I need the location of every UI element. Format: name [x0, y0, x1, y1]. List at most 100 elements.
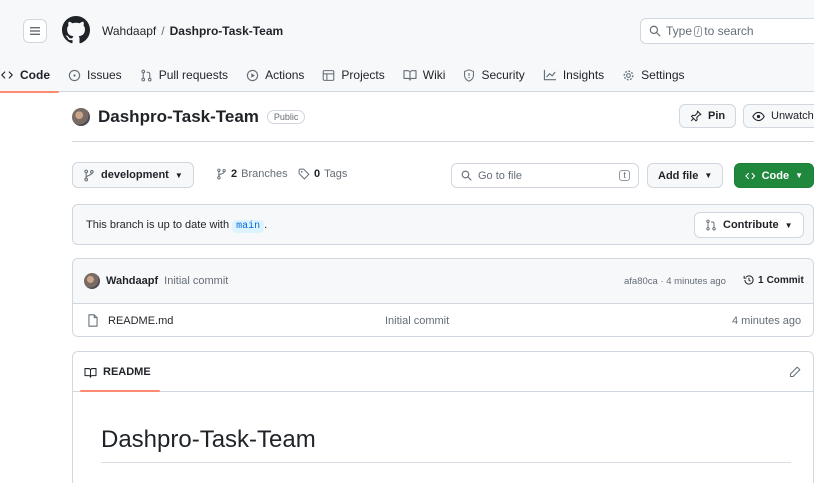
file-row[interactable]: README.md Initial commit 4 minutes ago	[73, 304, 813, 336]
file-age: 4 minutes ago	[732, 315, 802, 327]
go-to-file-shortcut: t	[619, 170, 630, 181]
branch-selector[interactable]: development ▼	[72, 162, 194, 188]
chevron-down-icon: ▼	[174, 170, 183, 180]
code-button[interactable]: Code ▼	[734, 163, 814, 188]
code-label: Code	[761, 169, 790, 182]
add-file-label: Add file	[658, 169, 699, 182]
breadcrumb-owner[interactable]: Wahdaapf	[102, 24, 156, 38]
search-shortcut-key: /	[694, 25, 703, 37]
pin-icon	[690, 110, 702, 122]
unwatch-button[interactable]: Unwatch	[743, 104, 814, 128]
readme-tab[interactable]: README	[84, 352, 151, 392]
repo-heading: Dashpro-Task-Team Public	[72, 106, 306, 128]
visibility-badge: Public	[266, 110, 306, 124]
graph-icon	[543, 69, 556, 81]
readme-heading-divider	[101, 462, 791, 463]
github-logo-icon[interactable]	[62, 16, 90, 44]
branches-count: 2	[231, 168, 238, 180]
shield-icon	[464, 68, 475, 82]
pin-button[interactable]: Pin	[679, 104, 737, 128]
code-icon	[1, 71, 13, 79]
search-icon	[461, 170, 472, 181]
tab-security[interactable]: Security	[454, 58, 533, 92]
branch-status-period: .	[264, 219, 268, 231]
app-header: Wahdaapf / Dashpro-Task-Team Type / to sea…	[0, 0, 814, 93]
play-icon	[246, 69, 259, 81]
branches-link[interactable]: 2 Branches	[216, 168, 288, 180]
tab-insights[interactable]: Insights	[534, 58, 613, 92]
owner-avatar	[72, 108, 90, 126]
commits-link[interactable]: 1 Commit	[743, 274, 804, 286]
tag-icon	[298, 168, 310, 180]
tags-count: 0	[314, 168, 321, 180]
branch-status-message: This branch is up to date with	[86, 219, 230, 231]
latest-commit-author: Wahdaapf Initial commit	[84, 273, 228, 289]
readme-heading: Dashpro-Task-Team	[101, 426, 316, 453]
heading-divider	[72, 141, 814, 142]
file-icon	[88, 314, 98, 327]
tab-issues[interactable]: Issues	[59, 58, 131, 92]
git-branch-icon	[84, 169, 94, 181]
branches-label: Branches	[241, 168, 288, 180]
add-file-button[interactable]: Add file ▼	[647, 163, 724, 188]
tags-label: Tags	[324, 168, 348, 180]
book-icon	[84, 367, 97, 378]
file-name[interactable]: README.md	[108, 315, 173, 327]
breadcrumb-separator: /	[161, 24, 165, 38]
repo-title[interactable]: Dashpro-Task-Team	[98, 107, 259, 127]
readme-tab-label: README	[103, 366, 151, 378]
search-suffix: to search	[704, 24, 754, 38]
chevron-down-icon: ▼	[784, 220, 793, 230]
base-branch-link[interactable]: main	[232, 220, 265, 233]
tab-label: Projects	[341, 68, 385, 82]
commits-label: Commit	[766, 274, 804, 286]
git-pull-request-icon	[141, 69, 152, 81]
tab-label: Settings	[641, 68, 685, 82]
search-icon	[649, 25, 661, 37]
tab-wiki[interactable]: Wiki	[394, 58, 455, 92]
go-to-file-placeholder: Go to file	[478, 169, 523, 182]
file-commit-message[interactable]: Initial commit	[385, 315, 449, 327]
menu-button[interactable]	[23, 19, 47, 43]
repo-nav-tabs: Code Issues Pull requests Actions Projec…	[0, 58, 694, 93]
latest-commit-bar: Wahdaapf Initial commit afa80ca · 4 minu…	[73, 259, 813, 304]
readme-panel: README Dashpro-Task-Team	[72, 351, 814, 483]
tab-pull-requests[interactable]: Pull requests	[131, 58, 237, 92]
file-list-panel: Wahdaapf Initial commit afa80ca · 4 minu…	[72, 258, 814, 337]
commit-message[interactable]: Initial commit	[164, 275, 228, 287]
git-pull-request-icon	[706, 219, 716, 231]
chevron-down-icon: ▼	[704, 171, 713, 180]
issue-opened-icon	[68, 69, 81, 81]
book-icon	[403, 70, 417, 81]
tags-link[interactable]: 0 Tags	[298, 168, 347, 180]
contribute-button[interactable]: Contribute ▼	[694, 212, 804, 238]
readme-tab-underline	[80, 390, 160, 392]
global-search[interactable]: Type / to search	[640, 18, 814, 44]
hamburger-icon	[30, 27, 40, 35]
branch-name: development	[101, 169, 169, 181]
tab-projects[interactable]: Projects	[313, 58, 393, 92]
gear-icon	[623, 70, 634, 80]
tab-code[interactable]: Code	[0, 58, 59, 93]
contribute-label: Contribute	[723, 219, 779, 231]
go-to-file-input[interactable]: Go to file t	[451, 163, 639, 188]
tab-actions[interactable]: Actions	[237, 58, 313, 92]
tab-settings[interactable]: Settings	[613, 58, 693, 92]
pin-label: Pin	[708, 110, 726, 122]
history-icon	[743, 275, 754, 285]
tab-label: Wiki	[422, 68, 446, 82]
tab-label: Insights	[562, 68, 605, 82]
chevron-down-icon: ▼	[795, 171, 803, 180]
tab-label: Pull requests	[158, 68, 229, 82]
commit-meta[interactable]: afa80ca · 4 minutes ago	[624, 276, 726, 287]
breadcrumb: Wahdaapf / Dashpro-Task-Team	[102, 24, 283, 38]
breadcrumb-repo[interactable]: Dashpro-Task-Team	[170, 24, 284, 38]
commit-author[interactable]: Wahdaapf	[106, 275, 158, 287]
git-branch-icon	[217, 168, 226, 180]
readme-header: README	[73, 352, 814, 392]
tab-label: Code	[20, 68, 50, 82]
code-icon	[745, 172, 756, 179]
author-avatar	[84, 273, 100, 289]
unwatch-label: Unwatch	[771, 110, 814, 122]
pencil-icon[interactable]	[789, 366, 801, 378]
